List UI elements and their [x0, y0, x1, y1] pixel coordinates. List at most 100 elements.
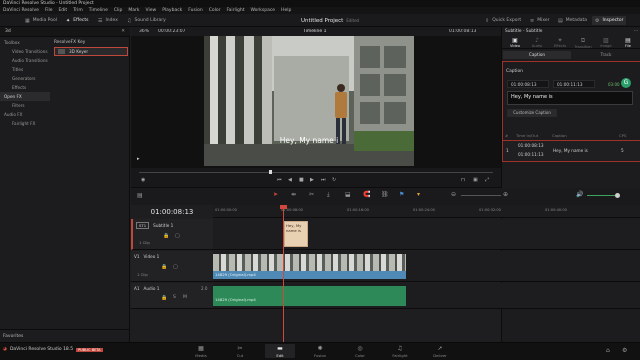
menu-item[interactable]: Workspace	[250, 8, 275, 13]
caption-text-input[interactable]: Hey, My name is	[507, 91, 633, 105]
menu-item[interactable]: View	[146, 8, 157, 13]
menu-item[interactable]: Clip	[114, 8, 123, 13]
mixer-button[interactable]: ≡ Mixer	[527, 16, 552, 25]
caption-table-row[interactable]: 1 01:00:08:13 01:00:11:13 Hey, My name i…	[502, 140, 640, 162]
tree-item-fairlight-fx[interactable]: Fairlight FX	[0, 119, 50, 128]
index-button[interactable]: ☰ Index	[95, 16, 121, 25]
favorites-section[interactable]: Favorites	[0, 329, 130, 342]
tree-item-audio-fx[interactable]: Audio FX	[0, 110, 50, 119]
menu-item[interactable]: Color	[209, 8, 221, 13]
tab-transition[interactable]: ⧉ Transition	[572, 37, 594, 49]
insert-icon[interactable]: ⤓	[327, 191, 330, 199]
grammarly-icon[interactable]: G	[621, 78, 631, 88]
timeline-ruler[interactable]: 01:00:00:00 01:00:08:00 01:00:16:00 01:0…	[213, 205, 640, 218]
in-out-icon[interactable]: ⊓	[461, 177, 465, 183]
lock-icon[interactable]: 🔒	[161, 264, 167, 270]
inspector-menu-icon[interactable]: ⋯	[634, 29, 638, 34]
marker-tool-icon[interactable]: ▾	[417, 191, 420, 198]
clear-search-icon[interactable]: ✕	[121, 29, 125, 34]
page-fusion[interactable]: ✺ Fusion	[305, 344, 335, 358]
media-pool-button[interactable]: ▦ Media Pool	[22, 16, 60, 25]
zoom-out-icon[interactable]: ⊖	[451, 191, 456, 198]
track-lane-subtitle[interactable]: Hey, My name is	[213, 219, 640, 250]
blade-tool-icon[interactable]: ✂	[309, 191, 314, 198]
overwrite-icon[interactable]: ⬓	[345, 191, 351, 198]
fx-item-3d-keyer[interactable]: 3D Keyer	[54, 47, 128, 56]
scrubber-handle[interactable]	[269, 170, 272, 174]
tree-item-open-fx[interactable]: Open FX	[0, 92, 50, 101]
metadata-button[interactable]: ▤ Metadata	[555, 16, 590, 25]
selection-tool-icon[interactable]: ➤	[273, 191, 278, 198]
sound-library-button[interactable]: ♫ Sound Library	[124, 16, 169, 25]
track-lane-video[interactable]: 14829 (Original).mp4	[213, 251, 640, 282]
snap-icon[interactable]: 🧲	[363, 191, 370, 198]
effects-search[interactable]: 3d ✕	[0, 27, 130, 37]
customize-caption-button[interactable]: Customize Caption	[507, 109, 557, 117]
menu-item[interactable]: Timeline	[89, 8, 108, 13]
page-cut[interactable]: ✂ Cut	[225, 344, 255, 358]
audio-clip[interactable]: 14829 (Original).mp4	[213, 286, 406, 306]
timeline-name[interactable]: Timeline 1	[303, 29, 326, 34]
menu-item[interactable]: Playback	[162, 8, 182, 13]
stop-icon[interactable]: ■	[299, 177, 304, 183]
tab-video[interactable]: ▣ Video	[504, 37, 526, 48]
play-icon[interactable]: ▶	[310, 177, 314, 183]
quick-export-button[interactable]: ⇪ Quick Export	[482, 16, 524, 25]
menu-item[interactable]: Fairlight	[226, 8, 244, 13]
step-back-icon[interactable]: ◀	[288, 177, 292, 183]
tab-audio[interactable]: ♪ Audio	[526, 37, 548, 48]
menu-item[interactable]: Trim	[73, 8, 83, 13]
skip-start-icon[interactable]: ⏮	[277, 177, 282, 183]
mute-icon[interactable]: M	[183, 295, 187, 300]
menu-item[interactable]: Edit	[58, 8, 67, 13]
menu-item[interactable]: DaVinci Resolve	[3, 8, 39, 13]
zoom-in-icon[interactable]: ⊕	[503, 191, 508, 198]
page-media[interactable]: ▦ Media	[186, 344, 216, 358]
audio-icon[interactable]: ◉	[141, 177, 145, 183]
page-edit[interactable]: ▬ Edit	[265, 344, 295, 358]
page-fairlight[interactable]: ♫ Fairlight	[385, 344, 415, 358]
link-icon[interactable]: ⛓	[381, 191, 389, 198]
track-header-audio[interactable]: A1 Audio 1 2.0 🔒 S M	[131, 283, 213, 309]
tab-file[interactable]: ▤ File	[617, 37, 639, 48]
tab-image[interactable]: ▨ Image	[595, 37, 617, 48]
skip-end-icon[interactable]: ⏭	[321, 177, 326, 183]
page-deliver[interactable]: ➚ Deliver	[425, 344, 455, 358]
volume-icon[interactable]: 🔊	[576, 191, 583, 198]
tree-item-audio-transitions[interactable]: Audio Transitions	[0, 56, 50, 65]
playhead[interactable]	[283, 205, 284, 342]
scrubber-track[interactable]	[139, 172, 493, 173]
volume-handle[interactable]	[615, 193, 620, 198]
tab-effects[interactable]: ✦ Effects	[549, 37, 571, 48]
tree-item-effects[interactable]: Effects	[0, 83, 50, 92]
track-header-video[interactable]: V1 Video 1 🔒 ▢ 1 Clip	[131, 251, 213, 282]
tree-item-titles[interactable]: Titles	[0, 65, 50, 74]
flag-icon[interactable]: ⚑	[399, 191, 404, 198]
tree-item-generators[interactable]: Generators	[0, 74, 50, 83]
track-header-subtitle[interactable]: ST1 Subtitle 1 🔒 ▢ 1 Clip	[131, 219, 213, 250]
viewer[interactable]: Hey, My name i ▸	[131, 36, 501, 168]
subtab-caption[interactable]: Caption	[503, 51, 571, 59]
tree-item-toolbox[interactable]: Toolbox	[0, 38, 50, 47]
home-icon[interactable]: ⌂	[606, 347, 610, 354]
zoom-slider[interactable]	[461, 195, 501, 196]
menu-item[interactable]: File	[45, 8, 53, 13]
inspector-button[interactable]: ⚙ Inspector	[592, 16, 627, 25]
fullscreen-icon[interactable]: ⤢	[485, 177, 489, 183]
settings-icon[interactable]: ⚙	[622, 347, 627, 354]
menu-item[interactable]: Fusion	[188, 8, 202, 13]
visibility-icon[interactable]: ▢	[173, 264, 178, 270]
loop-icon[interactable]: ↻	[332, 177, 336, 183]
video-clip[interactable]: 14829 (Original).mp4	[213, 254, 406, 279]
volume-slider[interactable]	[587, 195, 615, 196]
solo-icon[interactable]: S	[173, 295, 176, 300]
marker-icon[interactable]: ▣	[473, 177, 478, 183]
effects-button[interactable]: ✦ Effects	[63, 16, 92, 25]
viewer-marker-icon[interactable]: ▸	[137, 156, 140, 162]
tree-item-filters[interactable]: Filters	[0, 101, 50, 110]
menu-item[interactable]: Mark	[128, 8, 139, 13]
page-color[interactable]: ◎ Color	[345, 344, 375, 358]
subtitle-clip[interactable]: Hey, My name is	[284, 221, 308, 247]
tree-item-video-transitions[interactable]: Video Transitions	[0, 47, 50, 56]
caption-out-time[interactable]: 01:00:11:13	[553, 80, 595, 88]
